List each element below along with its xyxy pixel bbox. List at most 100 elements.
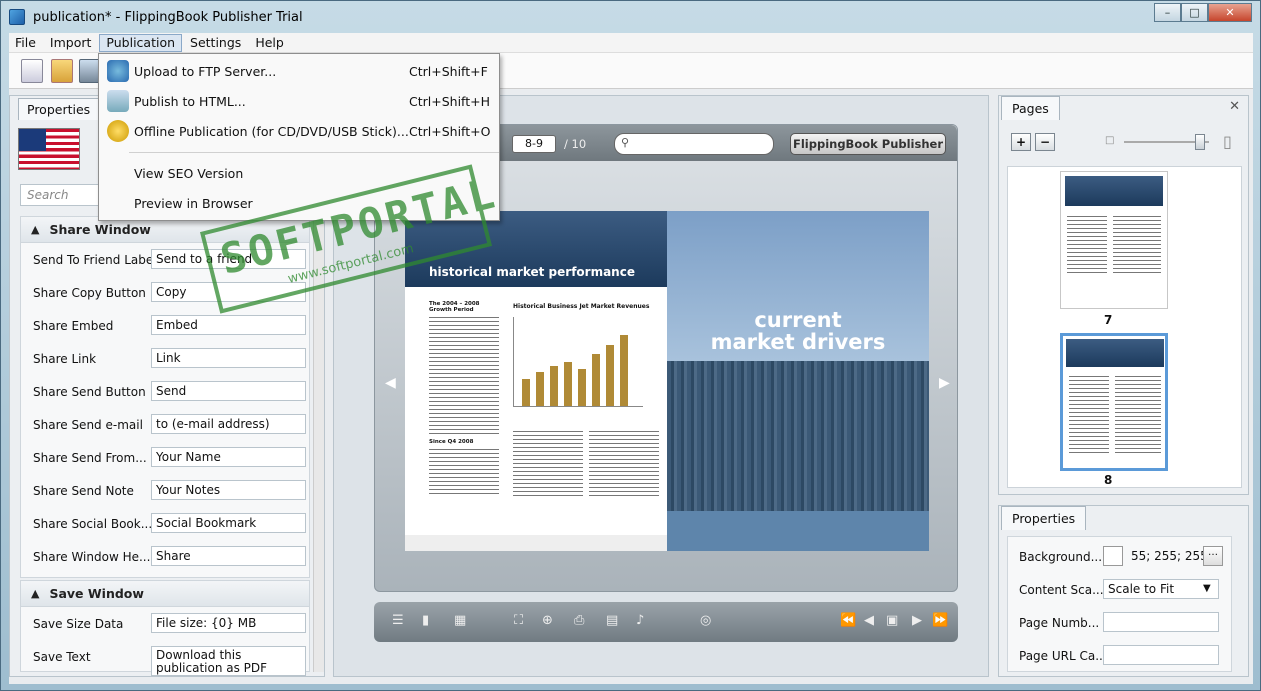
share-globe-icon[interactable]: ◎ — [700, 614, 714, 628]
prop-input[interactable]: to (e-mail address) — [151, 414, 306, 434]
chart-bar — [620, 334, 628, 406]
prop-input[interactable]: Your Name — [151, 447, 306, 467]
prop-label: Share Send Note — [33, 484, 134, 498]
page-number-input[interactable]: 8-9 — [512, 135, 556, 153]
water-image — [667, 511, 929, 551]
sound-icon[interactable]: ♪ — [636, 614, 650, 628]
flip-mode-icon[interactable]: ▣ — [886, 614, 900, 628]
menu-settings[interactable]: Settings — [184, 34, 247, 52]
maximize-button[interactable]: □ — [1181, 3, 1208, 22]
menu-file[interactable]: File — [9, 34, 42, 52]
prop-input[interactable]: Send — [151, 381, 306, 401]
save-pdf-icon[interactable]: ▤ — [606, 614, 620, 628]
open-folder-icon[interactable] — [51, 59, 73, 83]
prop-input[interactable]: Download this publication as PDF — [151, 646, 306, 676]
first-page-icon[interactable]: ⏪ — [840, 614, 856, 628]
zoom-out-button[interactable]: − — [1035, 133, 1055, 151]
text-block — [429, 449, 499, 497]
prop-input[interactable]: Link — [151, 348, 306, 368]
close-icon[interactable]: ✕ — [1229, 99, 1240, 114]
brand-button[interactable]: FlippingBook Publisher — [790, 133, 946, 155]
zoom-slider-thumb[interactable] — [1195, 134, 1205, 150]
menu-help[interactable]: Help — [249, 34, 290, 52]
viewer-bottom-bar: ☰ ▮ ▦ ⛶ ⊕ ⎙ ▤ ♪ ◎ ⏪ ◀ ▣ ▶ ⏩ — [374, 602, 958, 642]
thumbnails-icon[interactable]: ▦ — [454, 614, 468, 628]
prop-label: Background... — [1019, 550, 1103, 564]
color-swatch[interactable] — [1103, 546, 1123, 566]
next-page-icon[interactable]: ▶ — [912, 614, 926, 628]
headline-line: current — [754, 308, 842, 332]
page-thumbnail[interactable] — [1060, 171, 1168, 309]
prev-page-arrow-icon[interactable]: ◀ — [385, 375, 396, 391]
book-spread: historical market performance The 2004 –… — [405, 211, 929, 551]
menu-item-shortcut: Ctrl+Shift+O — [409, 123, 491, 139]
chart-bar — [536, 372, 544, 406]
section-title: Save Window — [49, 586, 144, 601]
left-page-title: historical market performance — [429, 265, 635, 279]
left-heading: The 2004 – 2008 Growth Period — [429, 301, 480, 313]
prop-input[interactable]: Embed — [151, 315, 306, 335]
prop-input[interactable] — [1103, 645, 1219, 665]
next-page-arrow-icon[interactable]: ▶ — [939, 375, 950, 391]
prop-label: Page Numb... — [1019, 616, 1100, 630]
prop-label: Share Embed — [33, 319, 114, 333]
zoom-in-icon[interactable]: ⊕ — [542, 614, 556, 628]
prop-label: Content Sca... — [1019, 583, 1104, 597]
page-left[interactable]: historical market performance The 2004 –… — [405, 211, 667, 551]
page-right[interactable]: current market drivers — [667, 211, 929, 551]
minimize-button[interactable]: – — [1154, 3, 1181, 22]
prop-input[interactable]: File size: {0} MB — [151, 613, 306, 633]
prop-input[interactable] — [1103, 612, 1219, 632]
menu-item-offline-publication[interactable]: Offline Publication (for CD/DVD/USB Stic… — [99, 117, 499, 145]
chart-bar — [564, 361, 572, 406]
prop-value: 55; 255; 255 — [1131, 549, 1208, 563]
menu-item-upload-ftp[interactable]: Upload to FTP Server... Ctrl+Shift+F — [99, 57, 499, 85]
app-window: publication* - FlippingBook Publisher Tr… — [0, 0, 1261, 691]
menu-item-publish-html[interactable]: Publish to HTML... Ctrl+Shift+H — [99, 87, 499, 115]
color-picker-button[interactable]: … — [1203, 546, 1223, 566]
new-file-icon[interactable] — [21, 59, 43, 83]
close-button[interactable]: ✕ — [1208, 3, 1252, 22]
prop-label: Send To Friend Label — [33, 253, 157, 267]
text-block — [513, 431, 583, 497]
menu-publication[interactable]: Publication — [99, 33, 183, 52]
content-scale-select[interactable]: Scale to Fit — [1103, 579, 1219, 599]
chevron-up-icon: ▲ — [31, 587, 40, 600]
publish-html-icon — [107, 90, 129, 112]
language-flag-icon[interactable] — [18, 128, 80, 170]
menu-item-label: Offline Publication (for CD/DVD/USB Stic… — [134, 123, 409, 139]
chevron-up-icon: ▲ — [31, 223, 40, 236]
thumb-number: 8 — [1104, 473, 1113, 487]
prop-label: Share Send Button — [33, 385, 146, 399]
tab-properties[interactable]: Properties — [18, 98, 100, 120]
menu-item-label: Upload to FTP Server... — [134, 63, 277, 79]
table-of-contents-icon[interactable]: ☰ — [392, 614, 406, 628]
prop-label: Save Size Data — [33, 617, 124, 631]
text-block — [429, 317, 499, 437]
prop-input[interactable]: Share — [151, 546, 306, 566]
search-input[interactable]: Search — [20, 184, 110, 206]
prop-label: Share Send From... — [33, 451, 147, 465]
prop-input[interactable]: Your Notes — [151, 480, 306, 500]
prev-page-icon[interactable]: ◀ — [864, 614, 878, 628]
last-page-icon[interactable]: ⏩ — [932, 614, 948, 628]
print-icon[interactable]: ⎙ — [574, 614, 588, 628]
bookmark-icon[interactable]: ▮ — [422, 614, 436, 628]
title-bar: publication* - FlippingBook Publisher Tr… — [1, 1, 1260, 33]
chart-bar — [578, 368, 586, 406]
globe-icon — [107, 60, 129, 82]
page-thumbnail-selected[interactable] — [1060, 333, 1168, 471]
menu-import[interactable]: Import — [44, 34, 98, 52]
zoom-in-button[interactable]: + — [1011, 133, 1031, 151]
save-window-header[interactable]: ▲ Save Window — [21, 581, 309, 607]
city-image — [667, 361, 929, 511]
menu-item-label: Publish to HTML... — [134, 93, 246, 109]
fullscreen-icon[interactable]: ⛶ — [514, 614, 528, 628]
prop-label: Share Social Book... — [33, 517, 153, 531]
tab-pages[interactable]: Pages — [1001, 96, 1060, 120]
tab-properties-right[interactable]: Properties — [1001, 506, 1087, 530]
viewer-search-input[interactable]: ⚲ — [614, 133, 774, 155]
prop-input[interactable]: Social Bookmark — [151, 513, 306, 533]
chevron-down-icon[interactable]: ▼ — [1203, 583, 1211, 594]
prop-label: Page URL Ca... — [1019, 649, 1107, 663]
